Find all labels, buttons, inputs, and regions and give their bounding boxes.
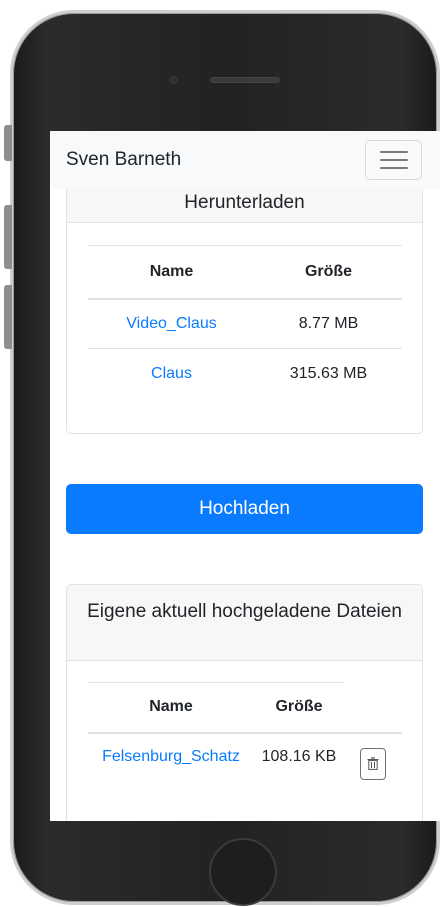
- phone-frame: Sven Barneth Herunterladen Name Größe Vi…: [10, 10, 440, 906]
- own-uploads-table: Name Größe Felsenburg_Schatz 108.16 KB: [88, 682, 402, 780]
- table-row: Felsenburg_Schatz 108.16 KB: [88, 733, 402, 780]
- navbar: Sven Barneth: [50, 131, 440, 189]
- downloads-card: Herunterladen Name Größe Video_Claus 8.7…: [66, 171, 423, 434]
- upload-button[interactable]: Hochladen: [66, 484, 423, 534]
- camera-icon: [170, 76, 178, 84]
- table-header-row: Name Größe: [88, 245, 402, 300]
- column-header-size: Größe: [255, 245, 402, 300]
- volume-up-button: [4, 205, 12, 269]
- hamburger-menu-icon: [379, 151, 408, 153]
- delete-file-button[interactable]: [360, 747, 386, 780]
- own-uploads-card: Eigene aktuell hochgeladene Dateien Name…: [66, 584, 423, 821]
- mute-switch: [4, 125, 12, 161]
- file-link-felsenburg-schatz[interactable]: Felsenburg_Schatz: [102, 748, 240, 765]
- volume-down-button: [4, 285, 12, 349]
- speaker-grille: [210, 77, 280, 83]
- table-row: Claus 315.63 MB: [88, 348, 402, 399]
- table-header-row: Name Größe: [88, 682, 402, 734]
- column-header-name: Name: [88, 245, 255, 300]
- trash-icon: [367, 757, 379, 770]
- column-header-name: Name: [88, 682, 254, 734]
- download-link-claus[interactable]: Claus: [151, 365, 192, 382]
- app-screen: Sven Barneth Herunterladen Name Größe Vi…: [50, 131, 440, 821]
- home-button[interactable]: [209, 838, 277, 906]
- brand-name[interactable]: Sven Barneth: [66, 149, 181, 171]
- column-header-size: Größe: [254, 682, 344, 734]
- downloads-table: Name Größe Video_Claus 8.77 MB Claus 315…: [88, 245, 402, 399]
- file-size: 315.63 MB: [255, 348, 402, 399]
- file-size: 8.77 MB: [298, 314, 359, 332]
- file-size: 108.16 KB: [261, 747, 337, 765]
- own-uploads-title: Eigene aktuell hochgeladene Dateien: [67, 585, 422, 661]
- download-link-video-claus[interactable]: Video_Claus: [126, 315, 216, 332]
- menu-toggle-button[interactable]: [365, 140, 422, 180]
- table-row: Video_Claus 8.77 MB: [88, 299, 402, 349]
